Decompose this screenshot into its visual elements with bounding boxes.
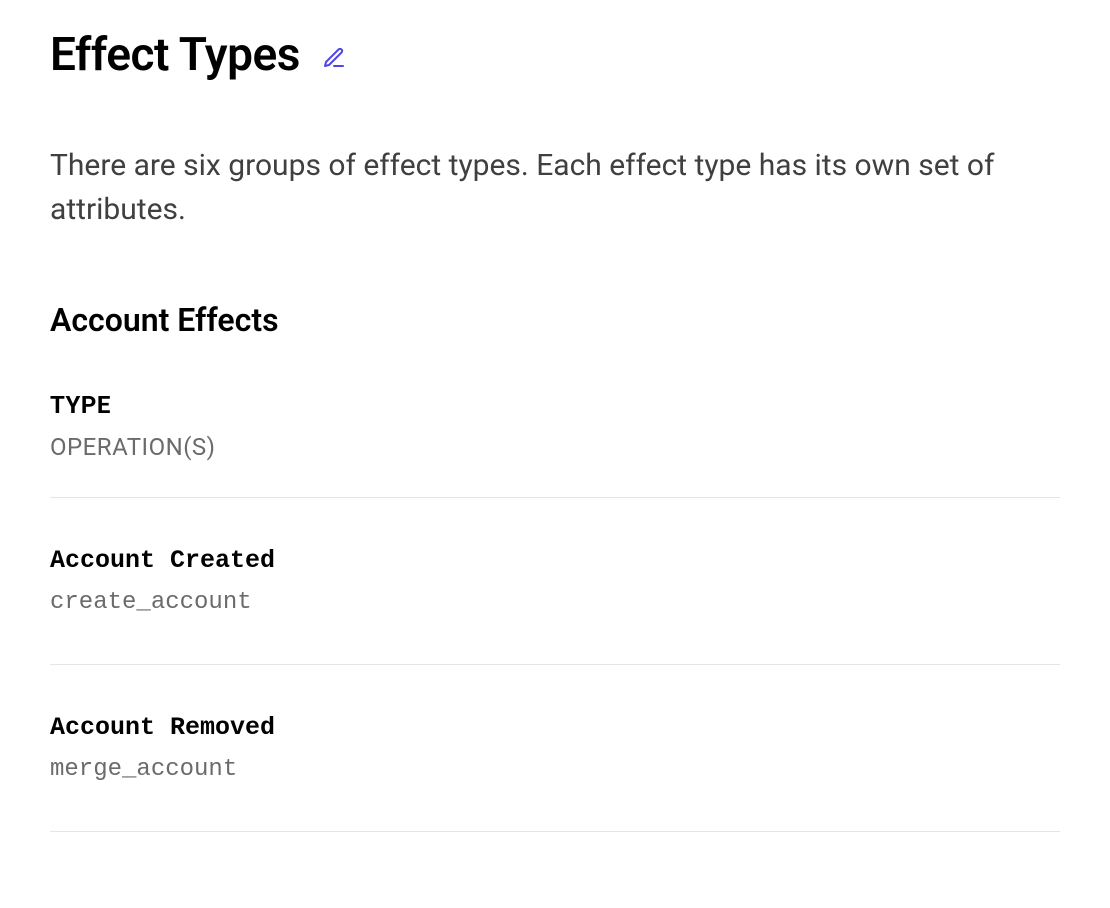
page-title: Effect Types <box>50 28 300 82</box>
section-heading: Account Effects <box>50 301 1060 339</box>
edit-icon[interactable] <box>322 46 346 70</box>
list-item: Account Created create_account <box>50 546 1060 665</box>
item-operation: create_account <box>50 589 1060 616</box>
column-type-label: TYPE <box>50 391 1060 419</box>
list-item: Account Removed merge_account <box>50 713 1060 832</box>
item-type: Account Removed <box>50 713 1060 742</box>
column-operations-label: OPERATION(S) <box>50 433 1060 461</box>
item-operation: merge_account <box>50 756 1060 783</box>
column-headers: TYPE OPERATION(S) <box>50 391 1060 498</box>
intro-text: There are six groups of effect types. Ea… <box>50 144 1060 231</box>
item-type: Account Created <box>50 546 1060 575</box>
